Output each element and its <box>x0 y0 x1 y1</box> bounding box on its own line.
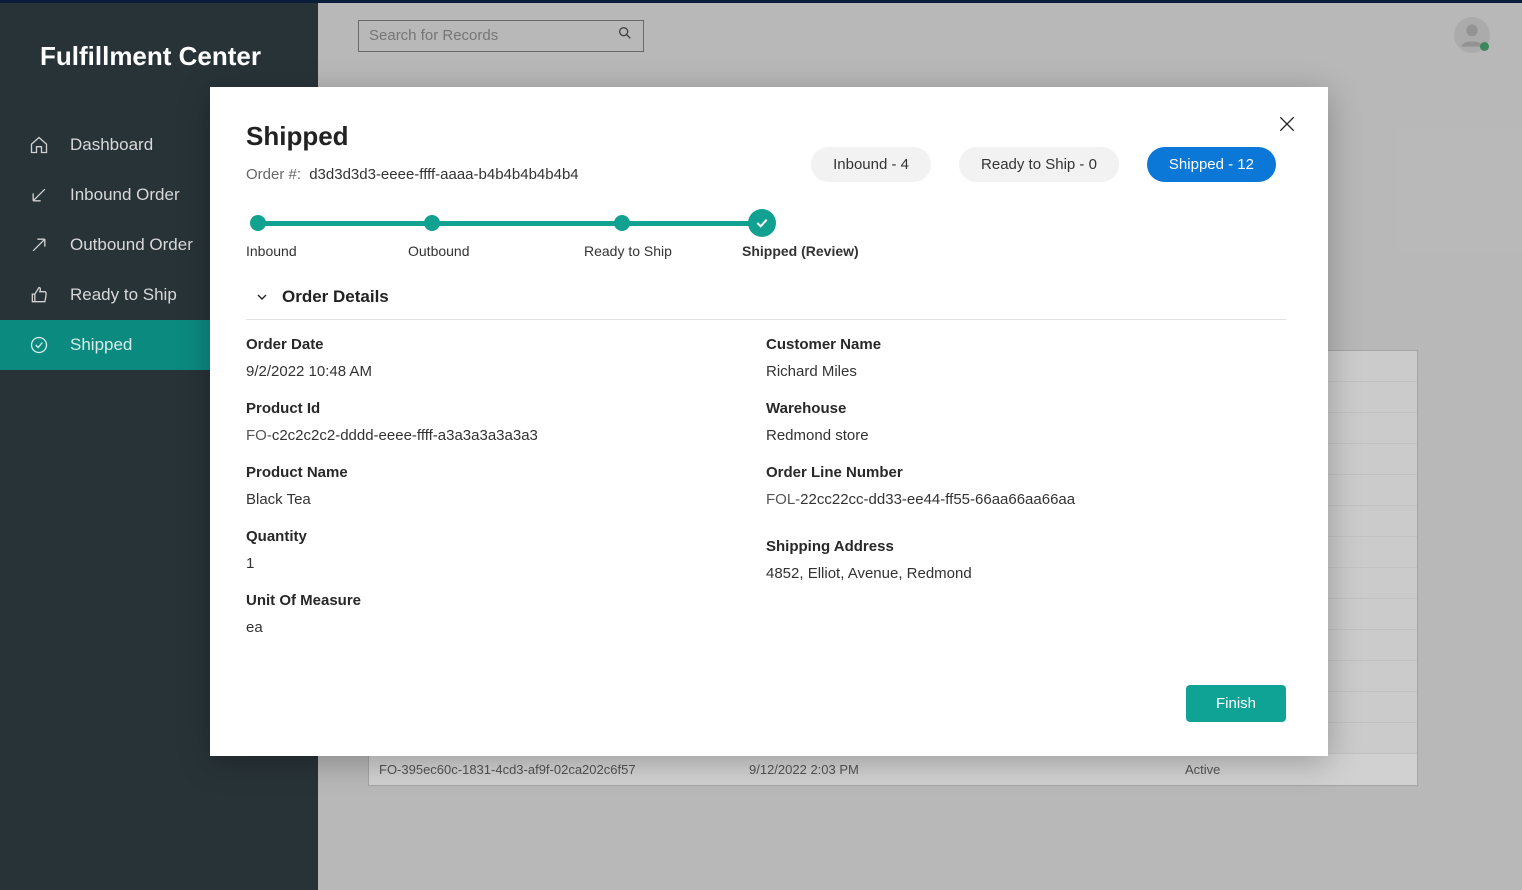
stepper: Inbound Outbound Ready to Ship Shipped (… <box>246 213 786 265</box>
prefix: FO- <box>246 427 272 444</box>
field-value: 1 <box>246 555 766 572</box>
field-label: Product Name <box>246 464 766 481</box>
field-value: 4852, Elliot, Avenue, Redmond <box>766 565 1286 582</box>
chevron-down-icon <box>254 289 270 305</box>
prefix: FOL- <box>766 491 800 508</box>
step-label: Inbound <box>246 243 297 259</box>
status-pills: Inbound - 4 Ready to Ship - 0 Shipped - … <box>811 147 1276 182</box>
close-button[interactable] <box>1274 111 1300 137</box>
order-modal: Shipped Order #: d3d3d3d3-eeee-ffff-aaaa… <box>210 87 1328 756</box>
field-label: Order Line Number <box>766 464 1286 481</box>
sidebar-item-label: Outbound Order <box>70 235 193 255</box>
details: Order Date 9/2/2022 10:48 AM Product Id … <box>246 336 1286 656</box>
sidebar-item-label: Inbound Order <box>70 185 180 205</box>
sidebar-item-label: Dashboard <box>70 135 153 155</box>
field-value: Richard Miles <box>766 363 1286 380</box>
field-value: FO-c2c2c2c2-dddd-eeee-ffff-a3a3a3a3a3a3 <box>246 427 766 444</box>
step-dot-shipped <box>748 209 776 237</box>
step-label: Shipped (Review) <box>742 243 859 259</box>
divider <box>246 319 1286 320</box>
pill-inbound[interactable]: Inbound - 4 <box>811 147 931 182</box>
step-dot-ready <box>614 215 630 231</box>
home-icon <box>28 134 50 156</box>
section-toggle[interactable]: Order Details <box>246 287 1286 307</box>
step-label: Ready to Ship <box>584 243 672 259</box>
check-circle-icon <box>28 334 50 356</box>
field-value: ea <box>246 619 766 636</box>
field-value: FOL-22cc22cc-dd33-ee44-ff55-66aa66aa66aa <box>766 491 1286 508</box>
field-value: 9/2/2022 10:48 AM <box>246 363 766 380</box>
details-right: Customer Name Richard Miles Warehouse Re… <box>766 336 1286 656</box>
field-label: Quantity <box>246 528 766 545</box>
sidebar-item-label: Ready to Ship <box>70 285 177 305</box>
pill-shipped[interactable]: Shipped - 12 <box>1147 147 1276 182</box>
order-value: d3d3d3d3-eeee-ffff-aaaa-b4b4b4b4b4b4 <box>309 166 578 183</box>
thumbs-up-icon <box>28 284 50 306</box>
section-title: Order Details <box>282 287 389 307</box>
field-label: Order Date <box>246 336 766 353</box>
arrow-down-left-icon <box>28 184 50 206</box>
field-label: Product Id <box>246 400 766 417</box>
step-dot-inbound <box>250 215 266 231</box>
arrow-up-right-icon <box>28 234 50 256</box>
details-left: Order Date 9/2/2022 10:48 AM Product Id … <box>246 336 766 656</box>
field-label: Unit Of Measure <box>246 592 766 609</box>
step-dot-outbound <box>424 215 440 231</box>
field-label: Customer Name <box>766 336 1286 353</box>
field-value: Black Tea <box>246 491 766 508</box>
app-title: Fulfillment Center <box>0 3 318 72</box>
finish-button[interactable]: Finish <box>1186 685 1286 722</box>
field-label: Warehouse <box>766 400 1286 417</box>
pill-ready[interactable]: Ready to Ship - 0 <box>959 147 1119 182</box>
sidebar-item-label: Shipped <box>70 335 132 355</box>
order-label: Order #: <box>246 166 301 183</box>
step-label: Outbound <box>408 243 470 259</box>
field-value: Redmond store <box>766 427 1286 444</box>
check-icon <box>754 215 770 231</box>
field-label: Shipping Address <box>766 538 1286 555</box>
